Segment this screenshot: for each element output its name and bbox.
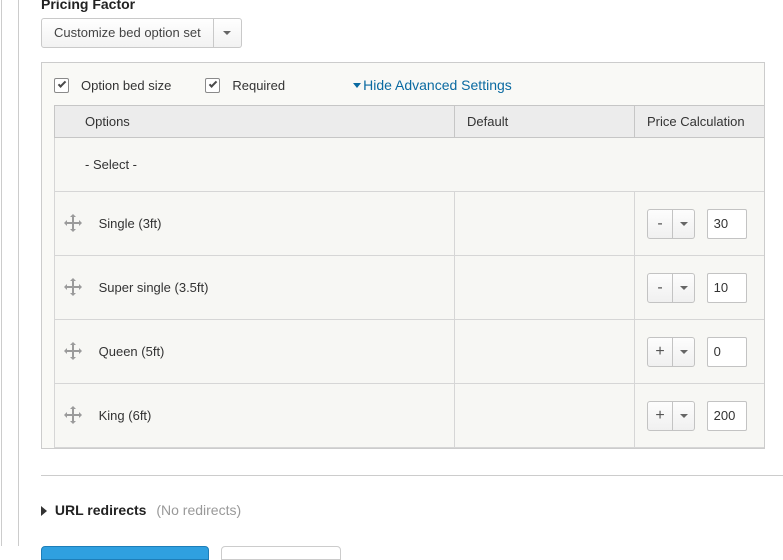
factor-select-value: Customize bed option set <box>41 18 214 48</box>
required-checkbox[interactable] <box>205 78 220 93</box>
amount-input[interactable] <box>707 401 747 431</box>
placeholder-option-label: - Select - <box>85 157 137 172</box>
amount-input[interactable] <box>707 337 747 367</box>
amount-input[interactable] <box>707 209 747 239</box>
required-label: Required <box>232 78 285 93</box>
column-header-price-calc: Price Calculation <box>635 106 766 138</box>
submit-button[interactable] <box>41 546 209 560</box>
column-header-options: Options <box>55 106 455 138</box>
chevron-down-icon <box>353 83 361 88</box>
chevron-down-icon <box>214 18 242 48</box>
divider <box>41 475 783 476</box>
hide-advanced-settings-link[interactable]: Hide Advanced Settings <box>353 77 512 93</box>
url-redirects-section[interactable]: URL redirects (No redirects) <box>41 502 783 518</box>
operator-value: + <box>647 337 673 367</box>
drag-handle-icon[interactable] <box>67 281 79 293</box>
pricing-factor-heading: Pricing Factor <box>41 0 783 12</box>
secondary-button[interactable] <box>221 546 341 560</box>
option-label: Single (3ft) <box>99 216 162 231</box>
table-row: Queen (5ft) + <box>55 320 766 384</box>
operator-select[interactable]: + <box>647 401 695 431</box>
options-table: Options Default Price Calculation - Sele… <box>54 105 765 448</box>
operator-select[interactable]: - <box>647 209 695 239</box>
amount-input[interactable] <box>707 273 747 303</box>
operator-value: - <box>647 209 673 239</box>
operator-value: - <box>647 273 673 303</box>
url-redirects-label: URL redirects <box>55 502 147 518</box>
drag-handle-icon[interactable] <box>67 409 79 421</box>
table-row: Super single (3.5ft) - <box>55 256 766 320</box>
table-row: - Select - <box>55 138 766 192</box>
option-label: Queen (5ft) <box>99 344 165 359</box>
operator-select[interactable]: + <box>647 337 695 367</box>
table-row: Single (3ft) - <box>55 192 766 256</box>
chevron-down-icon <box>673 337 695 367</box>
chevron-down-icon <box>673 401 695 431</box>
operator-value: + <box>647 401 673 431</box>
operator-select[interactable]: - <box>647 273 695 303</box>
table-row: King (6ft) + <box>55 384 766 448</box>
option-bed-size-checkbox[interactable] <box>54 78 69 93</box>
drag-handle-icon[interactable] <box>67 217 79 229</box>
factor-select[interactable]: Customize bed option set <box>41 18 783 48</box>
column-header-default: Default <box>455 106 635 138</box>
chevron-down-icon <box>673 273 695 303</box>
chevron-right-icon <box>41 506 47 516</box>
chevron-down-icon <box>673 209 695 239</box>
option-bed-size-label: Option bed size <box>81 78 171 93</box>
drag-handle-icon[interactable] <box>67 345 79 357</box>
url-redirects-hint: (No redirects) <box>156 502 241 518</box>
option-label: King (6ft) <box>99 408 152 423</box>
option-label: Super single (3.5ft) <box>99 280 209 295</box>
option-fieldset: Option bed size Required Hide Advanced S… <box>41 62 765 449</box>
